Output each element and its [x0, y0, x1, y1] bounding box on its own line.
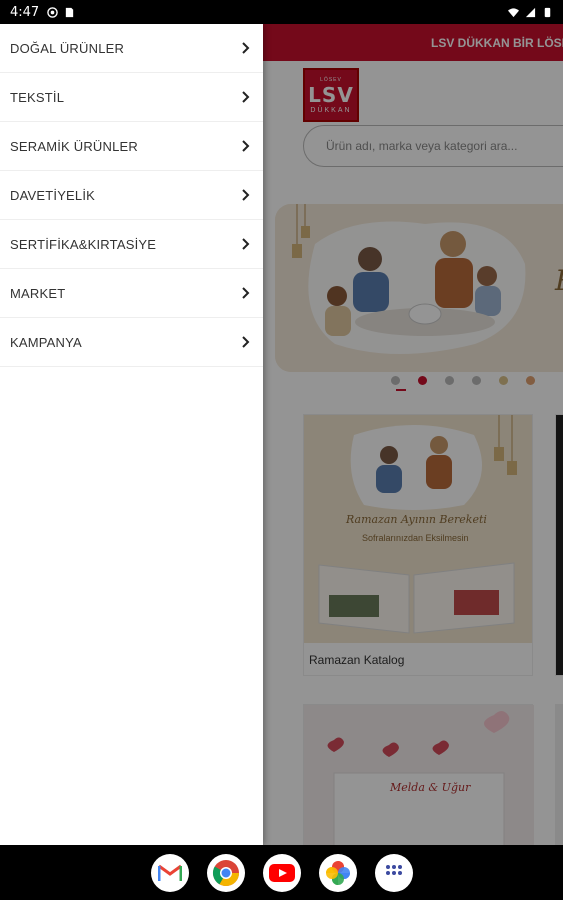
- drawer-item-label: DAVETİYELİK: [10, 187, 96, 203]
- drawer-item-label: DOĞAL ÜRÜNLER: [10, 40, 125, 56]
- drawer-item-kampanya[interactable]: KAMPANYA: [0, 318, 263, 367]
- drawer-item-market[interactable]: MARKET: [0, 269, 263, 318]
- gmail-icon[interactable]: [150, 853, 189, 892]
- app-drawer-icon[interactable]: [374, 853, 413, 892]
- drawer-item-tekstil[interactable]: TEKSTİL: [0, 73, 263, 122]
- status-bar: 4:47: [0, 0, 563, 24]
- drawer-item-label: TEKSTİL: [10, 89, 65, 105]
- chevron-right-icon: [242, 336, 250, 348]
- vpn-icon: [47, 6, 58, 18]
- wifi-icon: [508, 7, 519, 17]
- chevron-right-icon: [242, 287, 250, 299]
- drawer-item-label: SERAMİK ÜRÜNLER: [10, 138, 138, 154]
- sim-card-icon: [66, 7, 74, 17]
- signal-icon: [525, 7, 536, 17]
- status-time: 4:47: [10, 4, 40, 20]
- chevron-right-icon: [242, 238, 250, 250]
- drawer-scrim[interactable]: [263, 24, 563, 845]
- drawer-item-dogal-urunler[interactable]: DOĞAL ÜRÜNLER: [0, 24, 263, 73]
- chevron-right-icon: [242, 42, 250, 54]
- chevron-right-icon: [242, 91, 250, 103]
- drawer-item-sertifika-kirtasiye[interactable]: SERTİFİKA&KIRTASİYE: [0, 220, 263, 269]
- battery-icon: [544, 7, 551, 17]
- drawer-item-label: SERTİFİKA&KIRTASİYE: [10, 236, 157, 252]
- drawer-item-davetiyelik[interactable]: DAVETİYELİK: [0, 171, 263, 220]
- chevron-right-icon: [242, 189, 250, 201]
- chevron-right-icon: [242, 140, 250, 152]
- taskbar-dock: [0, 845, 563, 900]
- drawer-item-label: KAMPANYA: [10, 334, 82, 350]
- chrome-icon[interactable]: [206, 853, 245, 892]
- navigation-drawer: DOĞAL ÜRÜNLER TEKSTİL SERAMİK ÜRÜNLER DA…: [0, 24, 263, 845]
- drawer-item-seramik-urunler[interactable]: SERAMİK ÜRÜNLER: [0, 122, 263, 171]
- photos-icon[interactable]: [318, 853, 357, 892]
- youtube-icon[interactable]: [262, 853, 301, 892]
- app-window: LSV DÜKKAN BİR LÖSEV LÖSEV LSV DÜKKAN Ür…: [0, 24, 563, 845]
- drawer-item-label: MARKET: [10, 285, 66, 301]
